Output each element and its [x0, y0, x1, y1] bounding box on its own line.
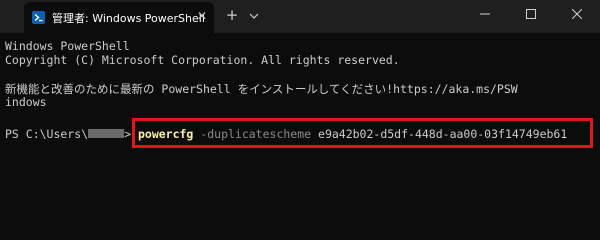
redacted-username [88, 129, 125, 138]
tab-powershell[interactable]: 管理者: Windows PowerShell ✕ [24, 2, 214, 33]
new-tab-button[interactable]: + [224, 7, 240, 23]
tab-close-button[interactable]: ✕ [194, 8, 210, 24]
powershell-icon [32, 11, 45, 24]
title-bar: 管理者: Windows PowerShell ✕ + [0, 0, 600, 33]
minimize-button[interactable] [462, 0, 508, 28]
close-icon [572, 9, 582, 19]
tab-title: 管理者: Windows PowerShell [52, 12, 205, 25]
terminal-output[interactable]: Windows PowerShell Copyright (C) Microso… [0, 33, 600, 213]
output-line: indows [5, 95, 47, 109]
prompt-prefix: PS C:\Users\ [5, 127, 89, 141]
terminal-window: 管理者: Windows PowerShell ✕ + Windows Powe… [0, 0, 600, 213]
chevron-down-icon[interactable] [247, 8, 261, 22]
maximize-icon [526, 9, 536, 19]
minimize-icon [480, 13, 490, 15]
output-line: Copyright (C) Microsoft Corporation. All… [5, 53, 400, 67]
prompt-suffix: > [124, 127, 132, 141]
output-line: Windows PowerShell [5, 39, 130, 53]
output-line: 新機能と改善のために最新の PowerShell をインストールしてください!h… [5, 82, 518, 96]
close-button[interactable] [554, 0, 600, 28]
highlight-annotation [132, 118, 593, 148]
maximize-button[interactable] [508, 0, 554, 28]
